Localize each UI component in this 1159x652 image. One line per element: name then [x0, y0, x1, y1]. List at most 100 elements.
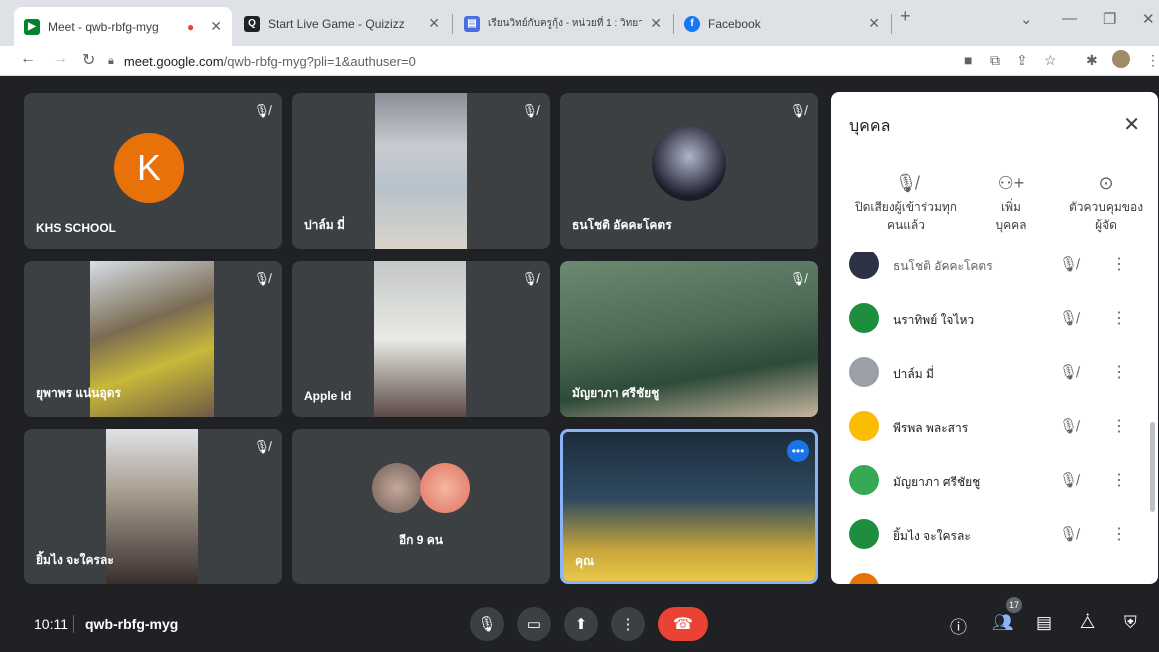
avatar: K — [114, 133, 184, 203]
list-item[interactable]: ธนโชติ อัคคะโคตร 🎙︎̸ ⋮ — [831, 252, 1158, 292]
host-controls-shield-icon[interactable]: ⛨ — [1124, 613, 1137, 633]
mute-all-button[interactable]: 🎙︎̸ ปิดเสียงผู้เข้าร่วมทุก คนแล้ว — [841, 174, 971, 234]
list-item[interactable]: พีรพล พละสาร 🎙︎̸ ⋮ — [831, 400, 1158, 454]
list-item[interactable]: นราทิพย์ ใจไหว 🎙︎̸ ⋮ — [831, 292, 1158, 346]
participant-name: KHS SCHOOL — [36, 221, 117, 235]
participant-tile[interactable]: 🎙︎̸ ธนโชติ อัคคะโคตร — [560, 93, 818, 249]
mic-off-icon[interactable]: 🎙︎̸ — [1059, 255, 1078, 273]
participant-name: ยิ้มไง จะใครละ — [36, 553, 114, 567]
people-icon[interactable]: 👥︎ — [992, 613, 1014, 633]
tab-meet[interactable]: ▶ Meet - qwb-rbfg-myg ● ✕ — [14, 7, 232, 46]
more-participants-label: อีก 9 คน — [398, 533, 444, 547]
close-tab-icon[interactable]: ✕ — [428, 15, 440, 32]
bookmark-star-icon[interactable]: ☆ — [1044, 52, 1057, 69]
mic-off-icon: 🎙︎̸ — [521, 271, 538, 286]
mic-off-icon: 🎙︎̸ — [789, 271, 806, 286]
tab-title: Start Live Game - Quizizz — [268, 16, 405, 31]
participant-tile[interactable]: 🎙︎̸ มัญยาภา ศรีชัยชู — [560, 261, 818, 417]
meet-icon: ▶ — [24, 18, 40, 35]
tab-facebook[interactable]: f Facebook ✕ — [674, 8, 890, 39]
list-item[interactable]: ยิ้มไง จะใครละ 🎙︎̸ ⋮ — [831, 508, 1158, 562]
new-tab-button[interactable]: + — [900, 6, 911, 27]
more-vert-icon: ⋮ — [620, 616, 636, 633]
facebook-icon: f — [684, 15, 700, 32]
more-options-icon[interactable]: ⋮ — [1111, 362, 1127, 382]
microphone-button[interactable]: 🎙︎ — [470, 607, 504, 641]
more-options-icon[interactable]: ⋮ — [1111, 254, 1127, 274]
mic-off-icon[interactable]: 🎙︎̸ — [1059, 471, 1078, 489]
participant-tile[interactable]: 🎙︎̸ ยุพาพร แน่นอุดร — [24, 261, 282, 417]
camera-button[interactable]: ▭ — [517, 607, 551, 641]
more-options-button[interactable]: ⋮ — [611, 607, 645, 641]
mic-off-icon: 🎙︎̸ — [253, 103, 270, 118]
minimize-icon[interactable]: — — [1062, 10, 1077, 27]
tab-title: Meet - qwb-rbfg-myg — [48, 19, 159, 34]
action-label: ปิดเสียงผู้เข้าร่วมทุก — [854, 200, 958, 214]
phone-hangup-icon: ☎ — [673, 616, 693, 633]
host-controls-button[interactable]: ⊙ ตัวควบคุมของ ผู้จัด — [1056, 174, 1156, 234]
action-label: ตัวควบคุมของ — [1068, 200, 1144, 214]
overflow-participants-tile[interactable]: อีก 9 คน — [292, 429, 550, 584]
participant-tile[interactable]: 🎙︎̸ ปาล์ม มี่ — [292, 93, 550, 249]
more-options-icon[interactable]: ⋮ — [1111, 416, 1127, 436]
close-tab-icon[interactable]: ✕ — [868, 15, 880, 32]
info-icon[interactable]: ⓘ — [950, 613, 967, 638]
close-icon[interactable]: ✕ — [1123, 112, 1140, 137]
people-count-badge: 17 — [1006, 597, 1022, 613]
leave-call-button[interactable]: ☎ — [658, 607, 708, 641]
video-feed — [563, 432, 815, 581]
more-options-icon[interactable]: ⋮ — [1111, 470, 1127, 490]
self-view-tile[interactable]: ••• คุณ — [560, 429, 818, 584]
scrollbar[interactable] — [1150, 422, 1155, 512]
back-icon[interactable]: ← — [20, 50, 36, 68]
divider — [73, 615, 74, 633]
participant-name: ปาล์ม มี่ — [304, 218, 345, 232]
list-item[interactable]: มัญยาภา ศรีชัยชู 🎙︎̸ ⋮ — [831, 454, 1158, 508]
reload-icon[interactable]: ↻ — [82, 50, 95, 70]
close-tab-icon[interactable]: ✕ — [650, 15, 662, 32]
forward-icon[interactable]: → — [52, 50, 68, 68]
participant-name: ยิ้มไง จะใครละ — [893, 529, 971, 543]
url-host: meet.google.com — [123, 53, 224, 69]
close-tab-icon[interactable]: ✕ — [210, 18, 222, 35]
tab-divider — [891, 14, 892, 34]
mic-off-icon: 🎙︎̸ — [253, 439, 270, 454]
window-close-icon[interactable]: ✕ — [1142, 10, 1155, 28]
present-button[interactable]: ⬆ — [564, 607, 598, 641]
add-people-button[interactable]: ⚇+ เพิ่ม บุคคล — [976, 174, 1046, 234]
more-options-icon[interactable]: ⋮ — [1111, 308, 1127, 328]
mic-off-icon[interactable]: 🎙︎̸ — [1059, 417, 1078, 435]
more-options-icon[interactable]: ⋮ — [1111, 524, 1127, 544]
participant-tile[interactable]: K 🎙︎̸ KHS SCHOOL — [24, 93, 282, 249]
avatar — [372, 463, 422, 513]
participant-tile[interactable]: 🎙︎̸ Apple Id — [292, 261, 550, 417]
list-item[interactable]: ปาล์ม มี่ 🎙︎̸ ⋮ — [831, 346, 1158, 400]
tab-search-icon[interactable]: ⌄ — [1020, 10, 1033, 28]
profile-avatar[interactable] — [1112, 50, 1130, 68]
restore-icon[interactable]: ❐ — [1103, 10, 1116, 28]
tab-quizizz[interactable]: Q Start Live Game - Quizizz ✕ — [234, 8, 450, 39]
more-options-button[interactable]: ••• — [787, 440, 809, 462]
tab-forms[interactable]: ▤ เรียนวิทย์กับครูกุ้ง - หน่วยที่ 1 : วิ… — [454, 8, 672, 39]
browser-toolbar: ← → ↻ 🔒︎ meet.google.com/qwb-rbfg-myg?pl… — [0, 46, 1159, 76]
recording-dot-icon: ● — [187, 19, 195, 34]
people-panel: บุคคล ✕ 🎙︎̸ ปิดเสียงผู้เข้าร่วมทุก คนแล้… — [831, 92, 1158, 584]
translate-icon[interactable]: ⧉ — [990, 52, 1000, 69]
url-path: /qwb-rbfg-myg?pli=1&authuser=0 — [223, 53, 416, 69]
mic-off-icon[interactable]: 🎙︎̸ — [1059, 309, 1078, 327]
action-label: คนแล้ว — [886, 218, 926, 232]
participant-tile[interactable]: 🎙︎̸ ยิ้มไง จะใครละ — [24, 429, 282, 584]
chat-icon[interactable]: ▤ — [1036, 613, 1052, 633]
list-item[interactable] — [831, 562, 1158, 584]
address-bar[interactable]: 🔒︎ meet.google.com/qwb-rbfg-myg?pli=1&au… — [108, 49, 1108, 73]
extensions-icon[interactable]: ✱ — [1086, 52, 1098, 69]
mic-off-icon[interactable]: 🎙︎̸ — [1059, 525, 1078, 543]
share-icon[interactable]: ⇪ — [1016, 52, 1028, 69]
camera-icon[interactable]: ■ — [964, 52, 972, 68]
menu-kebab-icon[interactable]: ⋮ — [1146, 52, 1159, 69]
mic-off-icon: 🎙︎̸ — [894, 173, 918, 193]
video-feed — [374, 261, 466, 417]
mic-off-icon[interactable]: 🎙︎̸ — [1059, 363, 1078, 381]
participant-name: มัญยาภา ศรีชัยชู — [572, 386, 660, 400]
activities-icon[interactable]: ⧊ — [1080, 613, 1095, 633]
